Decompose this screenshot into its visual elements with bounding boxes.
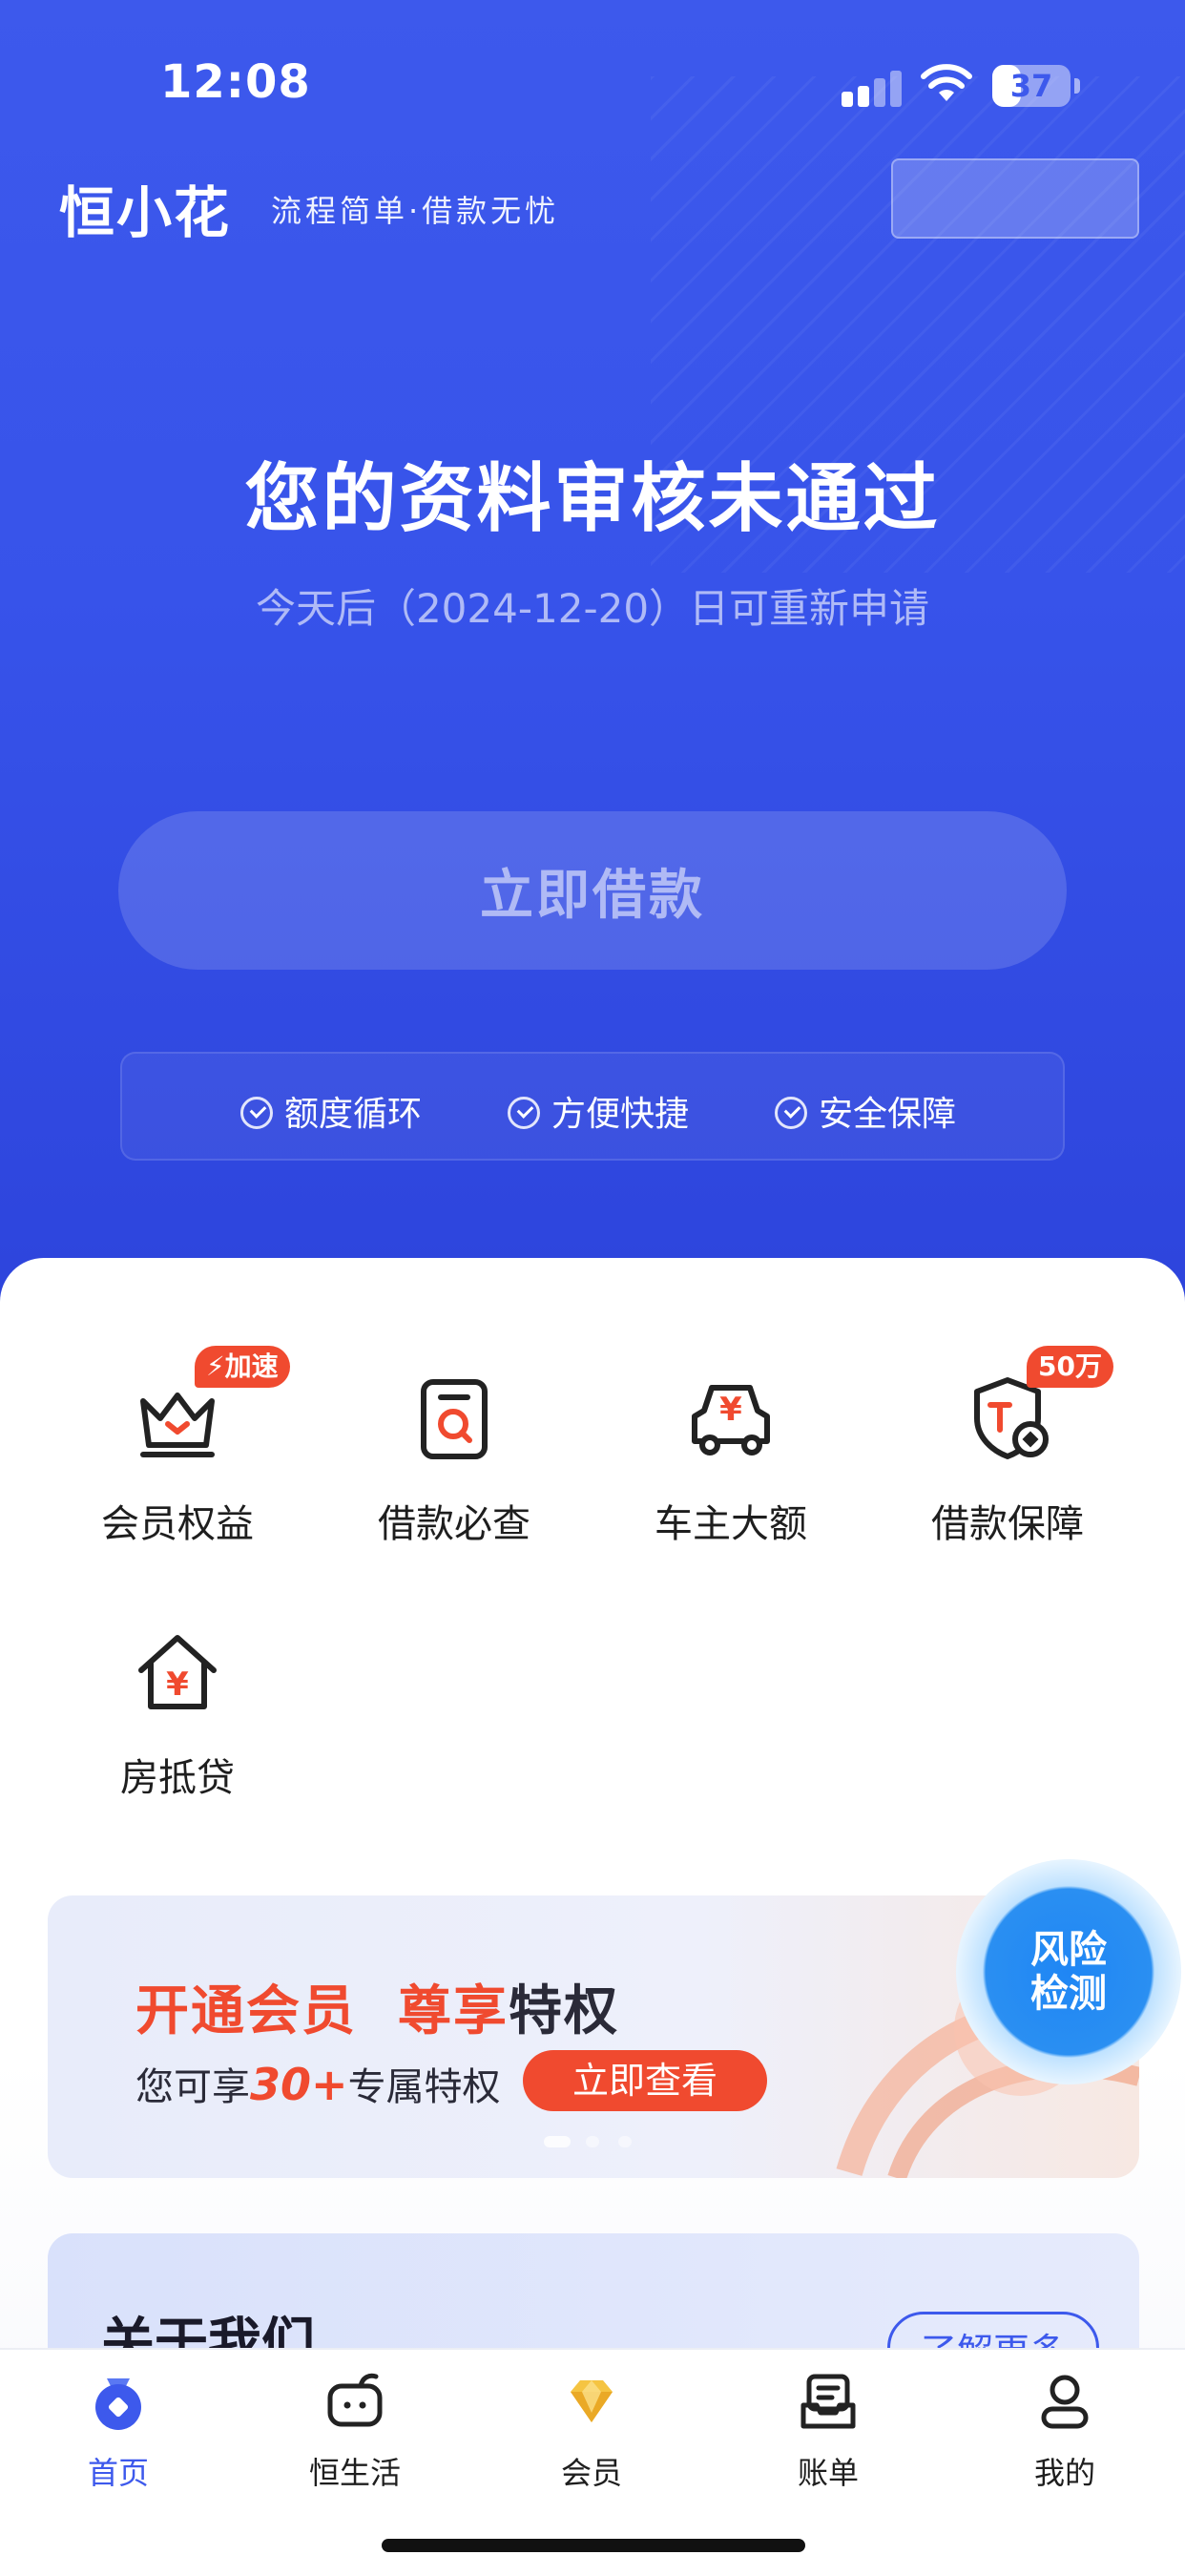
reapply-date-text: 今天后（2024-12-20）日可重新申请 [255, 585, 930, 632]
document-search-icon [421, 1379, 488, 1459]
amount-badge: 50万 [1027, 1346, 1113, 1388]
risk-check-label: 风险 检测 [956, 1928, 1181, 2016]
carousel-dot [586, 2136, 599, 2147]
banner-title-part: 特权 [509, 1980, 619, 2042]
borrow-now-button[interactable]: 立即借款 [118, 811, 1067, 970]
risk-check-line: 风险 [1030, 1928, 1107, 1972]
status-bar: 12:08 37 [0, 0, 1185, 153]
wifi-icon [921, 64, 972, 101]
diamond-icon [571, 2380, 613, 2422]
life-tv-icon [327, 2373, 383, 2427]
feature-item: 方便快捷 [508, 1086, 689, 1134]
battery-indicator: 37 [992, 65, 1071, 107]
carousel-dot [618, 2136, 632, 2147]
battery-tip [1074, 78, 1080, 94]
feature-label: 安全保障 [819, 1095, 957, 1134]
feature-label: 额度循环 [284, 1095, 423, 1134]
check-circle-icon [775, 1097, 807, 1129]
tab-life[interactable]: 恒生活 [260, 2371, 450, 2514]
tab-label: 我的 [1033, 2455, 1095, 2491]
cellular-signal-icon [842, 69, 903, 107]
tab-label: 恒生活 [308, 2455, 401, 2491]
banner-title-part: 尊享 [398, 1980, 509, 2042]
service-label: 会员权益 [101, 1502, 254, 1546]
feature-strip: 额度循环 方便快捷 安全保障 [120, 1052, 1065, 1161]
tab-member[interactable]: 会员 [496, 2371, 687, 2514]
tab-home[interactable]: 首页 [23, 2371, 214, 2514]
carousel-dot-active [544, 2136, 571, 2147]
feature-item: 额度循环 [240, 1086, 422, 1134]
tab-profile[interactable]: 我的 [969, 2371, 1160, 2514]
service-loan-protection[interactable]: 50万 借款保障 [893, 1346, 1122, 1602]
tab-label: 会员 [560, 2455, 622, 2491]
service-label: 借款保障 [931, 1502, 1084, 1546]
check-circle-icon [240, 1097, 273, 1129]
check-circle-icon [508, 1097, 540, 1129]
header-placeholder-box [891, 158, 1139, 239]
service-member-benefits[interactable]: ⚡加速 会员权益 [63, 1346, 292, 1602]
feature-item: 安全保障 [775, 1086, 956, 1134]
battery-percent: 37 [1009, 68, 1053, 104]
service-label: 车主大额 [655, 1502, 807, 1546]
home-indicator [382, 2539, 805, 2552]
banner-sub-text: 专属特权 [347, 2065, 501, 2109]
profile-icon [1041, 2375, 1089, 2429]
status-time: 12:08 [160, 55, 311, 109]
tab-bills[interactable]: 账单 [733, 2371, 924, 2514]
view-now-button[interactable]: 立即查看 [523, 2050, 767, 2111]
service-car-owner-loan[interactable]: ¥ 车主大额 [616, 1372, 845, 1602]
feature-label: 方便快捷 [551, 1095, 690, 1134]
risk-check-line: 检测 [1030, 1972, 1107, 2016]
car-yuan-icon: ¥ [692, 1385, 770, 1456]
banner-subtitle: 您可享30+专属特权 [135, 2056, 501, 2111]
review-status-title: 您的资料审核未通过 [244, 456, 941, 542]
banner-sub-text: 您可享 [135, 2065, 250, 2109]
service-mortgage-loan[interactable]: ¥ 房抵贷 [63, 1626, 292, 1855]
speed-badge: ⚡加速 [195, 1346, 290, 1388]
tab-label: 账单 [797, 2455, 859, 2491]
risk-check-button[interactable]: 风险 检测 [956, 1859, 1181, 2084]
service-label: 房抵贷 [120, 1756, 235, 1800]
banner-privilege-count: 30+ [250, 2059, 348, 2110]
tab-label: 首页 [87, 2455, 149, 2491]
banner-title: 开通会员 尊享特权 [135, 1968, 619, 2045]
carousel-dots [544, 2136, 668, 2147]
banner-title-part: 开通会员 [135, 1980, 357, 2042]
house-yuan-icon: ¥ [138, 1635, 217, 1709]
app-slogan: 流程简单·借款无忧 [271, 193, 560, 229]
svg-text:¥: ¥ [166, 1665, 189, 1704]
home-wallet-icon [95, 2378, 141, 2430]
service-loan-check[interactable]: 借款必查 [340, 1372, 569, 1602]
bill-icon [800, 2374, 856, 2429]
app-logo: 恒小花 [59, 180, 232, 245]
service-label: 借款必查 [378, 1502, 530, 1546]
badge-text: 加速 [224, 1351, 279, 1382]
svg-text:¥: ¥ [719, 1391, 742, 1429]
